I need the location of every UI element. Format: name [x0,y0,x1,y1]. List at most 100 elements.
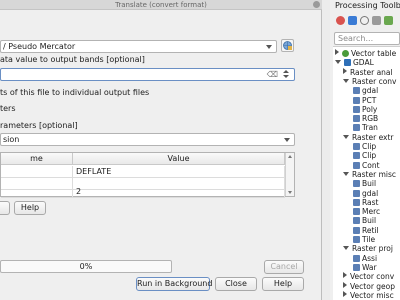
tool-icon [353,217,360,225]
table-cell-name[interactable] [1,186,73,198]
results-icon[interactable] [372,16,381,25]
toolbox-tree-item-label: Vector geop [350,281,396,291]
tool-icon [353,87,360,95]
toolbox-tree-item-label: Vector table [351,49,397,58]
scroll-down-icon[interactable] [288,191,292,194]
history-icon[interactable] [360,16,369,25]
toolbox-tree-item[interactable]: Cont [351,161,380,170]
dialog-titlebar: Translate (convert format) [0,0,322,10]
remove-row-button[interactable] [0,201,10,215]
crs-selector-button[interactable] [281,39,294,52]
table-cell-value[interactable]: DEFLATE [73,166,285,178]
dialog-title: Translate (convert format) [115,1,207,9]
toolbox-tree-item[interactable]: GDAL [335,58,374,67]
tool-icon [353,161,360,169]
expanded-arrow-icon[interactable] [343,171,349,176]
toolbox-tree-item[interactable]: Buil [351,179,376,188]
toolbox-tree-item-label: Raster misc [352,169,396,179]
expanded-arrow-icon[interactable] [343,246,349,251]
toolbox-tree-item-label: Vector conv [350,272,395,282]
table-cell-name[interactable] [1,166,73,178]
toolbox-tree-item[interactable]: Vector table [335,49,396,58]
toolbox-tree-item-label: Raster anal [350,67,393,77]
toolbox-tree-item[interactable]: Buil [351,216,376,225]
creation-options-table[interactable]: me Value DEFLATE 2 [0,152,295,198]
collapsed-arrow-icon[interactable] [343,290,347,297]
expanded-arrow-icon[interactable] [343,134,349,139]
collapsed-arrow-icon[interactable] [343,281,347,288]
toolbox-tree-item[interactable]: War [351,263,377,272]
spinbox-arrows[interactable] [281,69,291,79]
toolbox-tree-item[interactable]: Raster proj [343,244,393,253]
profile-value: sion [3,135,20,144]
expanded-arrow-icon[interactable] [335,60,341,65]
toolbox-tree-item[interactable]: Merc [351,207,380,216]
table-header-value[interactable]: Value [73,153,285,165]
q-icon [342,50,349,57]
table-scrollbar[interactable] [285,153,294,196]
options-icon[interactable] [384,16,393,25]
run-in-background-button[interactable]: Run in Background [136,277,212,291]
progress-text: 0% [79,262,93,271]
tool-icon [353,263,360,271]
spin-up-icon[interactable] [283,70,289,73]
close-button[interactable]: Close [215,277,257,291]
profile-combo[interactable]: sion [0,133,295,146]
table-help-button[interactable]: Help [14,201,46,215]
toolbox-tree-item-label: Cont [362,160,380,170]
toolbox-tree-item[interactable]: PCT [351,96,376,105]
collapsed-arrow-icon[interactable] [335,49,339,55]
toolbox-tree-item-label: Buil [362,179,377,189]
collapsed-arrow-icon[interactable] [343,67,347,74]
toolbox-tree-item-label: Poly [362,104,378,114]
toolbox-title: Processing Toolbo [335,1,400,10]
table-cell-value[interactable]: 2 [73,186,285,198]
toolbox-tree-item[interactable]: Raster extr [343,133,394,142]
gdal-icon [344,59,351,67]
target-crs-combo[interactable]: / Pseudo Mercator [0,40,277,53]
toolbox-tree-item[interactable]: Clip [351,142,376,151]
toolbox-tree-item[interactable]: Poly [351,105,377,114]
toolbox-tree-item[interactable]: gdal [351,189,378,198]
cancel-button[interactable]: Cancel [264,260,304,274]
toolbox-tree-item[interactable]: Raster misc [343,170,396,179]
help-button[interactable]: Help [262,277,304,291]
toolbox-tree-item[interactable]: Clip [351,151,376,160]
toolbox-tree-item[interactable]: Vector conv [343,272,394,281]
collapsed-arrow-icon[interactable] [343,272,347,279]
toolbox-tree-item[interactable]: Raster anal [343,67,393,77]
tool-icon [353,180,360,188]
toolbox-tree-item[interactable]: gdal [351,86,378,95]
tool-icon [353,96,360,104]
table-header-name[interactable]: me [1,153,73,165]
toolbox-tree-item[interactable]: Assi [351,254,377,263]
toolbox-tree-item[interactable]: Raster conv [343,77,396,86]
raster-options-label: ters [0,104,16,113]
scroll-up-icon[interactable] [288,155,292,158]
toolbox-tree-item[interactable]: Retil [351,226,379,235]
tool-icon [353,208,360,216]
clear-icon[interactable]: ⌫ [267,69,278,80]
toolbox-tree-item[interactable]: Vector misc [343,290,394,300]
toolbox-tree-item[interactable]: Tile [351,235,375,244]
toolbox-tree-item[interactable]: Vector geop [343,281,396,291]
nodata-input[interactable]: ⌫ [0,68,295,81]
window-close-icon[interactable] [313,1,320,8]
globe-icon [283,41,292,50]
toolbox-tree-item[interactable]: RGB [351,114,378,123]
spin-down-icon[interactable] [283,75,289,78]
toolbox-tree[interactable]: Vector table GDAL Raster anal Raster conv gd… [333,46,400,300]
toolbox-search-input[interactable]: Search... [334,32,400,45]
toolbox-tree-item-label: Raster proj [352,244,393,254]
expanded-arrow-icon[interactable] [343,78,349,83]
toolbox-tree-item-label: Raster conv [352,76,397,86]
tool-icon [353,115,360,123]
toolbox-tree-item[interactable]: Rast [351,198,379,207]
toolbox-tree-item[interactable]: Tran [351,123,378,132]
toolbox-tree-item-label: War [362,262,377,272]
python-icon[interactable] [348,16,357,25]
toolbox-tree-item-label: Buil [362,216,377,226]
toolbox-tree-item-label: Merc [362,207,381,217]
toolbox-tree-item-label: Retil [362,225,379,235]
models-icon[interactable] [336,16,345,25]
